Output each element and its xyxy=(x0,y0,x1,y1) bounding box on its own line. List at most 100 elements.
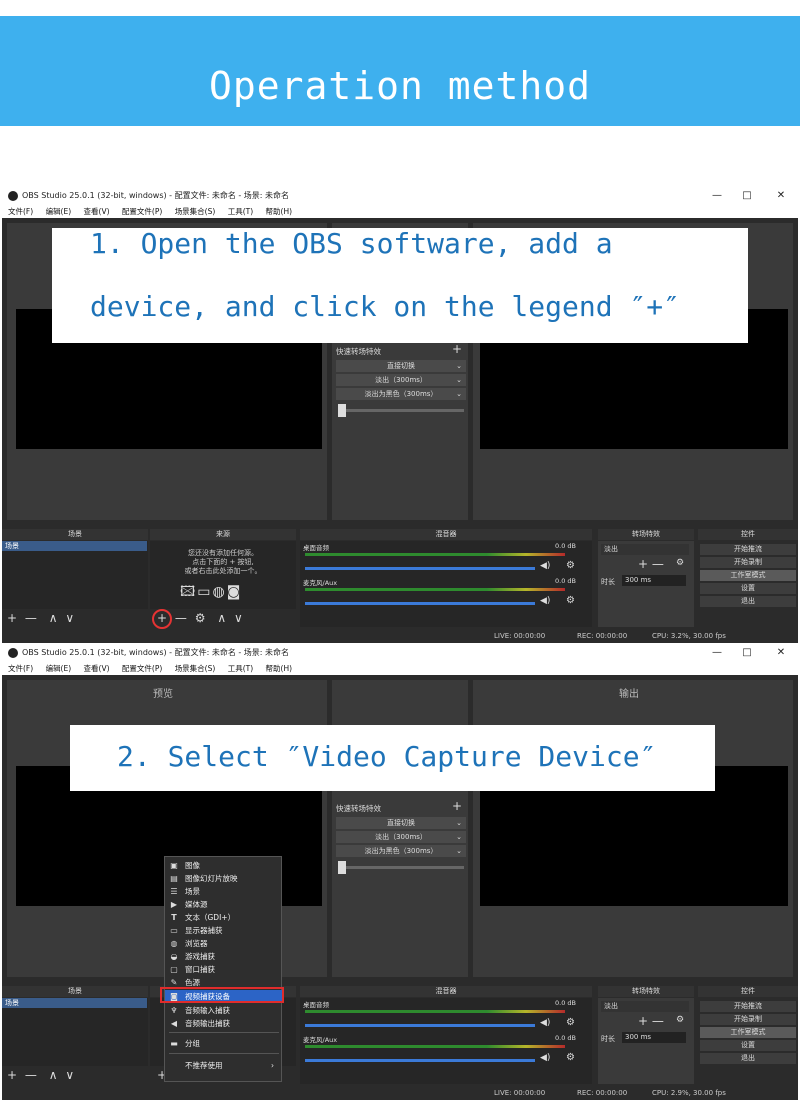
transition-select[interactable]: 淡出 xyxy=(601,1001,689,1012)
move-down-icon[interactable]: ∨ xyxy=(65,611,74,625)
menu-profile[interactable]: 配置文件(P) xyxy=(122,207,162,216)
add-transition-button[interactable]: + — xyxy=(638,1014,664,1028)
move-down-icon[interactable]: ∨ xyxy=(65,1068,74,1082)
menu-help[interactable]: 帮助(H) xyxy=(266,664,293,673)
mic-audio-fader[interactable] xyxy=(305,602,535,605)
menu-scene-collection[interactable]: 场景集合(S) xyxy=(175,207,216,216)
gear-icon[interactable]: ⚙ xyxy=(566,560,575,571)
gear-icon[interactable]: ⚙ xyxy=(566,1052,575,1063)
start-recording-button[interactable]: 开始录制 xyxy=(700,557,796,568)
menu-item-deprecated[interactable]: 不推荐使用 › xyxy=(165,1059,282,1072)
move-up-icon[interactable]: ∧ xyxy=(49,1068,58,1082)
menu-item-media-source[interactable]: ▶ 媒体源 xyxy=(165,898,282,911)
speaker-icon[interactable]: ◀) xyxy=(540,596,550,606)
camera-icon: ◙ xyxy=(226,584,243,600)
menu-item-slideshow[interactable]: ▤ 图像幻灯片放映 xyxy=(165,872,282,885)
menu-scene-collection[interactable]: 场景集合(S) xyxy=(175,664,216,673)
menu-item-image[interactable]: ▣ 图像 xyxy=(165,859,282,872)
gear-icon[interactable]: ⚙ xyxy=(676,1015,684,1025)
window-title: OBS Studio 25.0.1 (32-bit, windows) - 配置… xyxy=(22,191,290,200)
menu-item-scene[interactable]: ☰ 场景 xyxy=(165,885,282,898)
menu-tools[interactable]: 工具(T) xyxy=(228,207,253,216)
transition-fade-black-button[interactable]: 淡出为黑色（300ms） ⌄ xyxy=(336,388,466,400)
menu-bar: 文件(F) 编辑(E) 查看(V) 配置文件(P) 场景集合(S) 工具(T) … xyxy=(2,662,798,675)
mic-audio-fader[interactable] xyxy=(305,1059,535,1062)
menu-item-audio-input-capture[interactable]: ♆ 音频输入捕获 xyxy=(165,1004,282,1017)
studio-mode-button[interactable]: 工作室模式 xyxy=(700,570,796,581)
start-recording-button[interactable]: 开始录制 xyxy=(700,1014,796,1025)
add-source-button[interactable]: + xyxy=(157,611,167,625)
image-icon: 🖾 xyxy=(180,584,198,600)
scene-item[interactable]: 场景 xyxy=(2,541,147,551)
start-streaming-button[interactable]: 开始推流 xyxy=(700,1001,796,1012)
remove-scene-button[interactable]: — xyxy=(25,611,37,625)
move-up-icon[interactable]: ∧ xyxy=(217,611,226,625)
menu-view[interactable]: 查看(V) xyxy=(84,664,110,673)
exit-button[interactable]: 退出 xyxy=(700,596,796,607)
desktop-audio-fader[interactable] xyxy=(305,1024,535,1027)
speaker-icon[interactable]: ◀) xyxy=(540,1018,550,1028)
add-scene-button[interactable]: + xyxy=(7,611,17,625)
gear-icon[interactable]: ⚙ xyxy=(566,1017,575,1028)
menu-item-browser[interactable]: ◍ 浏览器 xyxy=(165,937,282,950)
move-up-icon[interactable]: ∧ xyxy=(49,611,58,625)
transition-cut-button[interactable]: 直接切换 ⌄ xyxy=(336,817,466,829)
speaker-icon[interactable]: ◀) xyxy=(540,561,550,571)
move-down-icon[interactable]: ∨ xyxy=(234,611,243,625)
sources-list[interactable]: 您还没有添加任何源。 点击下面的 + 按钮, 或者右击此处添加一个。 🖾▭◍◙ xyxy=(150,541,296,609)
transition-fade-button[interactable]: 淡出（300ms） ⌄ xyxy=(336,831,466,843)
transition-fade-black-button[interactable]: 淡出为黑色（300ms） ⌄ xyxy=(336,845,466,857)
menu-file[interactable]: 文件(F) xyxy=(8,207,33,216)
gear-icon[interactable]: ⚙ xyxy=(195,611,206,625)
highlight-box xyxy=(160,987,284,1003)
menu-item-group[interactable]: ▬ 分组 xyxy=(165,1037,282,1050)
tbar-handle[interactable] xyxy=(338,861,346,874)
menu-tools[interactable]: 工具(T) xyxy=(228,664,253,673)
menu-profile[interactable]: 配置文件(P) xyxy=(122,664,162,673)
desktop-audio-fader[interactable] xyxy=(305,567,535,570)
duration-input[interactable]: 300 ms xyxy=(622,1032,686,1043)
remove-source-button[interactable]: — xyxy=(175,611,187,625)
menu-item-audio-output-capture[interactable]: ◀ 音频输出捕获 xyxy=(165,1017,282,1030)
minimize-button[interactable]: — xyxy=(702,644,732,662)
maximize-button[interactable]: □ xyxy=(732,644,762,662)
gear-icon[interactable]: ⚙ xyxy=(566,595,575,606)
tbar-handle[interactable] xyxy=(338,404,346,417)
studio-mode-button[interactable]: 工作室模式 xyxy=(700,1027,796,1038)
transition-fade-button[interactable]: 淡出（300ms） ⌄ xyxy=(336,374,466,386)
menu-view[interactable]: 查看(V) xyxy=(84,207,110,216)
close-button[interactable]: ✕ xyxy=(766,187,796,205)
menu-edit[interactable]: 编辑(E) xyxy=(46,664,72,673)
maximize-button[interactable]: □ xyxy=(732,187,762,205)
image-icon: ▣ xyxy=(170,861,178,870)
add-transition-button[interactable]: + — xyxy=(638,557,664,571)
transition-select[interactable]: 淡出 xyxy=(601,544,689,555)
close-button[interactable]: ✕ xyxy=(766,644,796,662)
menu-file[interactable]: 文件(F) xyxy=(8,664,33,673)
menu-edit[interactable]: 编辑(E) xyxy=(46,207,72,216)
exit-button[interactable]: 退出 xyxy=(700,1053,796,1064)
remove-scene-button[interactable]: — xyxy=(25,1068,37,1082)
minimize-button[interactable]: — xyxy=(702,187,732,205)
settings-button[interactable]: 设置 xyxy=(700,1040,796,1051)
speaker-icon[interactable]: ◀) xyxy=(540,1053,550,1063)
menu-item-text[interactable]: T 文本（GDI+） xyxy=(165,911,282,924)
audio-mixer: 桌面音频 0.0 dB ◀) ⚙ 麦克风/Aux 0.0 dB ◀) ⚙ xyxy=(300,541,592,627)
menu-item-window-capture[interactable]: ▢ 窗口捕获 xyxy=(165,963,282,976)
add-quick-transition-button[interactable]: + xyxy=(452,799,462,813)
live-time: LIVE: 00:00:00 xyxy=(494,632,546,640)
menu-item-display-capture[interactable]: ▭ 显示器捕获 xyxy=(165,924,282,937)
menu-help[interactable]: 帮助(H) xyxy=(266,207,293,216)
add-scene-button[interactable]: + xyxy=(7,1068,17,1082)
duration-input[interactable]: 300 ms xyxy=(622,575,686,586)
duration-label: 时长 xyxy=(601,1035,615,1043)
settings-button[interactable]: 设置 xyxy=(700,583,796,594)
gear-icon[interactable]: ⚙ xyxy=(676,558,684,568)
scene-item[interactable]: 场景 xyxy=(2,998,147,1008)
add-quick-transition-button[interactable]: + xyxy=(452,342,462,356)
transition-cut-button[interactable]: 直接切换 ⌄ xyxy=(336,360,466,372)
sources-empty-hint: 您还没有添加任何源。 点击下面的 + 按钮, 或者右击此处添加一个。 xyxy=(184,549,262,575)
start-streaming-button[interactable]: 开始推流 xyxy=(700,544,796,555)
menu-item-game-capture[interactable]: ◒ 游戏捕获 xyxy=(165,950,282,963)
sources-dock-header: 来源 xyxy=(150,529,296,540)
